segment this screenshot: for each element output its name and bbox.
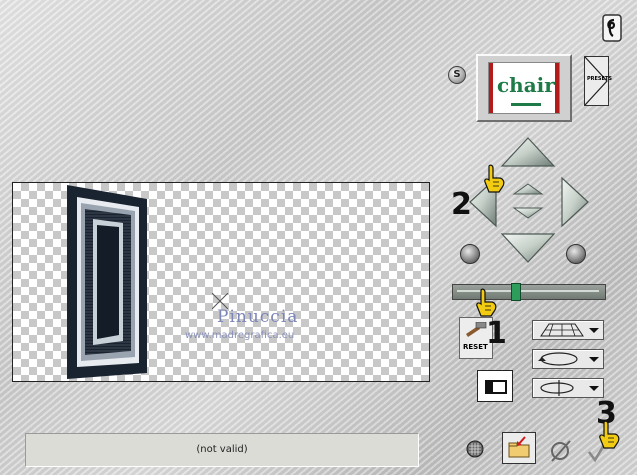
presets-button[interactable]: PRESETS bbox=[584, 56, 612, 106]
rotate-right-knob[interactable] bbox=[566, 244, 586, 264]
mask-toggle-button[interactable] bbox=[477, 370, 513, 402]
slider-handle[interactable] bbox=[511, 283, 521, 301]
watermark-name: Pinuccia bbox=[217, 307, 299, 327]
perspective-button[interactable] bbox=[532, 320, 604, 340]
reset-label: RESET bbox=[463, 343, 488, 351]
rotate-left-knob[interactable] bbox=[460, 244, 480, 264]
chevron-down-icon bbox=[589, 357, 599, 362]
thumbnail-image: chair bbox=[488, 62, 560, 114]
s-button[interactable]: S bbox=[448, 66, 466, 84]
help-icon[interactable] bbox=[602, 14, 622, 42]
watermark-url: www.madregrafica.eu bbox=[185, 330, 295, 341]
thumbnail-word: chair bbox=[497, 73, 555, 97]
arrow-down-icon[interactable] bbox=[500, 233, 556, 263]
pointer-hand-icon bbox=[599, 420, 620, 449]
chevron-down-icon bbox=[589, 386, 599, 391]
step-1-label: 1 bbox=[486, 316, 507, 351]
step-2-label: 2 bbox=[451, 187, 472, 222]
arrow-right-icon[interactable] bbox=[561, 176, 589, 228]
rotate-mode-button[interactable] bbox=[532, 349, 604, 369]
preview-canvas[interactable]: Pinuccia www.madregrafica.eu bbox=[12, 182, 430, 382]
flip-icon bbox=[540, 382, 574, 394]
presets-label: PRESETS bbox=[587, 76, 612, 82]
status-bar: (not valid) bbox=[25, 433, 419, 467]
grid-icon[interactable] bbox=[466, 440, 484, 458]
small-center-diamond-icon[interactable] bbox=[512, 207, 544, 219]
rotate-icon bbox=[540, 352, 578, 366]
s-button-label: S bbox=[453, 69, 461, 80]
status-text: (not valid) bbox=[196, 444, 248, 455]
flip-mode-button[interactable] bbox=[532, 378, 604, 398]
preset-thumbnail[interactable]: chair bbox=[476, 54, 572, 122]
folder-icon[interactable] bbox=[502, 432, 536, 464]
small-up-arrow-icon[interactable] bbox=[512, 183, 544, 195]
pointer-hand-icon bbox=[484, 164, 505, 193]
chevron-down-icon bbox=[589, 328, 599, 333]
arrow-up-icon[interactable] bbox=[500, 137, 556, 167]
pointer-hand-icon bbox=[476, 288, 497, 317]
cancel-icon[interactable] bbox=[548, 437, 574, 463]
